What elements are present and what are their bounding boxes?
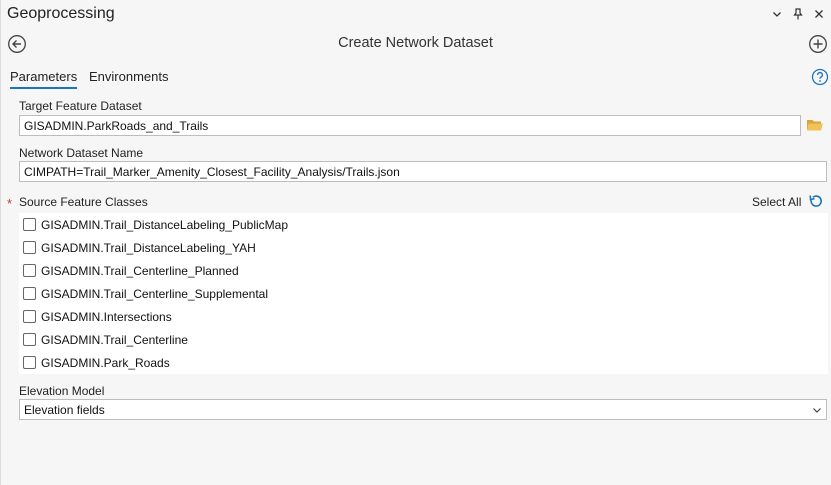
tool-tabs: Parameters Environments: [0, 66, 831, 90]
target-feature-dataset-label: Target Feature Dataset: [19, 99, 142, 113]
list-item[interactable]: GISADMIN.Trail_Centerline_Supplemental: [19, 282, 828, 305]
list-item-label: GISADMIN.Trail_DistanceLabeling_PublicMa…: [41, 217, 288, 232]
panel-controls: [771, 6, 825, 22]
checkbox[interactable]: [23, 356, 36, 369]
list-item-label: GISADMIN.Park_Roads: [41, 355, 170, 370]
elevation-model-value: Elevation fields: [24, 403, 105, 417]
checkbox[interactable]: [23, 241, 36, 254]
checkbox[interactable]: [23, 264, 36, 277]
elevation-model-label: Elevation Model: [19, 384, 105, 398]
list-item-label: GISADMIN.Intersections: [41, 309, 172, 324]
panel-title: Geoprocessing: [7, 5, 115, 22]
list-item-label: GISADMIN.Trail_Centerline_Planned: [41, 263, 239, 278]
panel-titlebar: Geoprocessing: [0, 0, 831, 30]
checkbox[interactable]: [23, 218, 36, 231]
list-item[interactable]: GISADMIN.Trail_DistanceLabeling_YAH: [19, 236, 828, 259]
reset-icon[interactable]: [808, 193, 824, 209]
tab-parameters[interactable]: Parameters: [10, 69, 78, 89]
network-dataset-name-label: Network Dataset Name: [19, 146, 144, 160]
list-item[interactable]: GISADMIN.Trail_Centerline: [19, 328, 828, 351]
list-item[interactable]: GISADMIN.Trail_DistanceLabeling_PublicMa…: [19, 213, 828, 236]
close-icon[interactable]: [813, 6, 825, 22]
tab-environments[interactable]: Environments: [89, 69, 168, 84]
help-icon[interactable]: [811, 68, 829, 86]
source-feature-classes-label: Source Feature Classes: [19, 195, 148, 209]
network-dataset-name-input[interactable]: CIMPATH=Trail_Marker_Amenity_Closest_Fac…: [19, 161, 827, 182]
target-feature-dataset-input[interactable]: GISADMIN.ParkRoads_and_Trails: [19, 115, 801, 136]
checkbox[interactable]: [23, 310, 36, 323]
list-item[interactable]: GISADMIN.Trail_Centerline_Planned: [19, 259, 828, 282]
elevation-model-select[interactable]: Elevation fields: [19, 399, 827, 420]
pin-icon[interactable]: [792, 6, 804, 22]
required-marker: *: [7, 196, 13, 211]
chevron-down-icon[interactable]: [812, 404, 822, 414]
list-item-label: GISADMIN.Trail_Centerline: [41, 332, 188, 347]
tool-navbar: Create Network Dataset: [0, 30, 831, 58]
list-item-label: GISADMIN.Trail_DistanceLabeling_YAH: [41, 240, 256, 255]
list-item-label: GISADMIN.Trail_Centerline_Supplemental: [41, 286, 268, 301]
list-item[interactable]: GISADMIN.Intersections: [19, 305, 828, 328]
checkbox[interactable]: [23, 287, 36, 300]
tool-title: Create Network Dataset: [338, 35, 493, 51]
folder-icon[interactable]: [806, 117, 824, 133]
list-item[interactable]: GISADMIN.Park_Roads: [19, 351, 828, 374]
select-all-button[interactable]: Select All: [752, 195, 801, 209]
add-circle-icon[interactable]: [808, 34, 828, 54]
chevron-down-icon[interactable]: [771, 6, 783, 22]
source-feature-classes-list: GISADMIN.Trail_DistanceLabeling_PublicMa…: [19, 213, 828, 374]
checkbox[interactable]: [23, 333, 36, 346]
